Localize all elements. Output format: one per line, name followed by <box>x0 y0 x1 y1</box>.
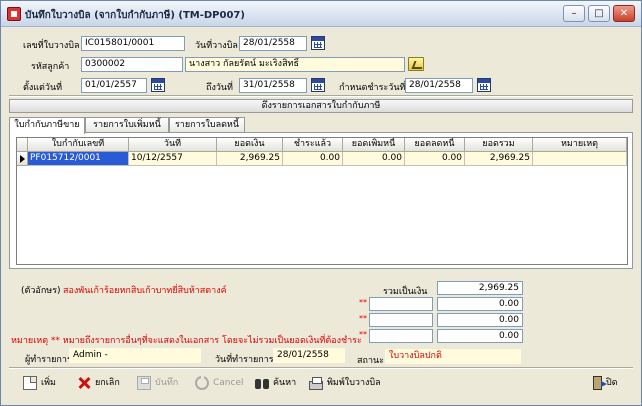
save-button-label: บันทึก <box>155 378 179 388</box>
status-label: สถานะ <box>357 356 384 366</box>
cell-remark[interactable] <box>533 152 627 166</box>
column-header[interactable]: ยอดรวม <box>465 138 533 152</box>
recorder-label: ผู้ทำรายการ <box>25 355 72 365</box>
bill-no-field[interactable]: IC015801/0001 <box>81 36 185 51</box>
extra-label-field[interactable] <box>369 329 433 343</box>
extra-mark: ** <box>359 314 367 323</box>
exit-button-label: ปิด <box>606 378 618 388</box>
cell-date[interactable]: 10/12/2557 <box>129 152 217 166</box>
cell-amount[interactable]: 2,969.25 <box>217 152 283 166</box>
column-header[interactable]: หมายเหตุ <box>533 138 627 152</box>
to-date-field[interactable]: 31/01/2558 <box>239 78 307 93</box>
status-field: ใบวางบิลปกติ <box>385 349 521 364</box>
from-date-field[interactable]: 01/01/2557 <box>81 78 147 93</box>
cell-credit[interactable]: 0.00 <box>405 152 465 166</box>
customer-name-field: นางสาว กัลยรัตน์ มะเริงสิทธิ์ <box>185 57 405 72</box>
tab-tax-invoice[interactable]: ใบกำกับภาษีขาย <box>9 117 85 134</box>
minimize-button[interactable]: – <box>563 5 585 22</box>
amount-words-label: (ตัวอักษร) <box>21 286 61 296</box>
cancel-document-label: ยกเลิก <box>95 378 120 388</box>
extra-label-field[interactable] <box>369 297 433 311</box>
save-button[interactable]: บันทึก <box>137 372 178 394</box>
search-button-label: ค้นหา <box>273 378 297 388</box>
extra-mark: ** <box>359 298 367 307</box>
column-header[interactable]: ใบกำกับเลขที่ <box>28 138 129 152</box>
divider <box>9 95 633 97</box>
due-date-field[interactable]: 28/01/2558 <box>405 78 473 93</box>
extra-value-field[interactable]: 0.00 <box>437 313 523 327</box>
customer-code-field[interactable]: 0300002 <box>81 57 183 72</box>
customer-lookup-icon[interactable] <box>408 57 424 71</box>
tab-debit-notes[interactable]: รายการใบเพิ่มหนี้ <box>85 117 169 133</box>
column-header[interactable]: วันที่ <box>129 138 217 152</box>
cell-total[interactable]: 2,969.25 <box>465 152 533 166</box>
tab-panel: ใบกำกับเลขที่ วันที่ ยอดเงิน ชำระแล้ว ยอ… <box>9 132 633 269</box>
title-bar: บันทึกใบวางบิล (จากใบกำกับภาษี) (TM-DP00… <box>1 1 641 27</box>
binoculars-icon <box>255 376 269 390</box>
new-document-icon <box>23 376 37 390</box>
from-date-label: ตั้งแต่วันที่ <box>23 83 63 93</box>
fetch-invoices-button[interactable]: ดึงรายการเอกสารใบกำกับภาษี <box>9 99 633 113</box>
table-row[interactable]: PF015712/0001 10/12/2557 2,969.25 0.00 0… <box>17 152 627 166</box>
main-window: บันทึกใบวางบิล (จากใบกำกับภาษี) (TM-DP00… <box>0 0 642 406</box>
cell-debit[interactable]: 0.00 <box>343 152 405 166</box>
column-header[interactable]: ยอดลดหนี้ <box>405 138 465 152</box>
save-disk-icon <box>137 376 151 390</box>
grid-header: ใบกำกับเลขที่ วันที่ ยอดเงิน ชำระแล้ว ยอ… <box>17 138 627 152</box>
recorder-field: Admin - <box>69 348 201 363</box>
maximize-button[interactable]: □ <box>588 5 610 22</box>
window-title: บันทึกใบวางบิล (จากใบกำกับภาษี) (TM-DP00… <box>25 10 245 21</box>
bill-date-field[interactable]: 28/01/2558 <box>239 36 307 51</box>
record-date-label: วันที่ทำรายการ <box>215 355 274 365</box>
to-date-label: ถึงวันที่ <box>206 83 233 93</box>
remark-note: หมายเหตุ ** หมายถึงรายการอื่นๆที่จะแสดงใ… <box>11 336 362 346</box>
amount-words-value: สองพันเก้าร้อยหกสิบเก้าบาทยี่สิบห้าสตางค… <box>63 286 227 296</box>
printer-icon <box>309 376 323 390</box>
to-date-calendar-icon[interactable] <box>311 78 325 92</box>
column-header[interactable]: ชำระแล้ว <box>283 138 343 152</box>
new-button-label: เพิ่ม <box>41 378 56 388</box>
column-header[interactable]: ยอดเพิ่มหนี้ <box>343 138 405 152</box>
record-date-field: 28/01/2558 <box>273 348 345 363</box>
cancel-button[interactable]: Cancel <box>195 372 244 394</box>
undo-icon <box>195 376 209 390</box>
close-button[interactable]: ✕ <box>613 5 635 22</box>
total-field: 2,969.25 <box>437 281 523 295</box>
total-label: รวมเป็นเงิน <box>383 287 428 297</box>
from-date-calendar-icon[interactable] <box>151 78 165 92</box>
app-icon <box>7 7 21 21</box>
delete-x-icon <box>77 376 91 390</box>
due-date-calendar-icon[interactable] <box>477 78 491 92</box>
cancel-button-label: Cancel <box>213 378 244 388</box>
invoice-grid: ใบกำกับเลขที่ วันที่ ยอดเงิน ชำระแล้ว ยอ… <box>16 137 628 265</box>
new-button[interactable]: เพิ่ม <box>23 372 56 394</box>
column-header[interactable]: ยอดเงิน <box>217 138 283 152</box>
tab-credit-notes[interactable]: รายการใบลดหนี้ <box>169 117 245 133</box>
print-bill-button[interactable]: พิมพ์ใบวางบิล <box>309 372 381 394</box>
search-button[interactable]: ค้นหา <box>255 372 296 394</box>
bill-date-calendar-icon[interactable] <box>311 36 325 50</box>
row-indicator-icon <box>17 152 28 166</box>
extra-value-field[interactable]: 0.00 <box>437 329 523 343</box>
bill-date-label: วันที่วางบิล <box>195 41 238 51</box>
extra-label-field[interactable] <box>369 313 433 327</box>
exit-button[interactable]: ปิด <box>593 372 618 394</box>
cell-paid[interactable]: 0.00 <box>283 152 343 166</box>
due-date-label: กำหนดชำระวันที่ <box>339 83 406 93</box>
exit-door-icon <box>593 376 607 390</box>
toolbar: เพิ่ม ยกเลิก บันทึก Cancel ค้นหา พิมพ์ใบ… <box>3 372 639 394</box>
bill-no-label: เลขที่ใบวางบิล <box>23 41 80 51</box>
extra-value-field[interactable]: 0.00 <box>437 297 523 311</box>
cancel-document-button[interactable]: ยกเลิก <box>77 372 120 394</box>
cell-invoice-no[interactable]: PF015712/0001 <box>28 152 129 166</box>
grid-corner <box>17 138 28 152</box>
customer-code-label: รหัสลูกค้า <box>31 62 70 72</box>
print-bill-label: พิมพ์ใบวางบิล <box>327 378 381 388</box>
divider <box>9 367 633 369</box>
